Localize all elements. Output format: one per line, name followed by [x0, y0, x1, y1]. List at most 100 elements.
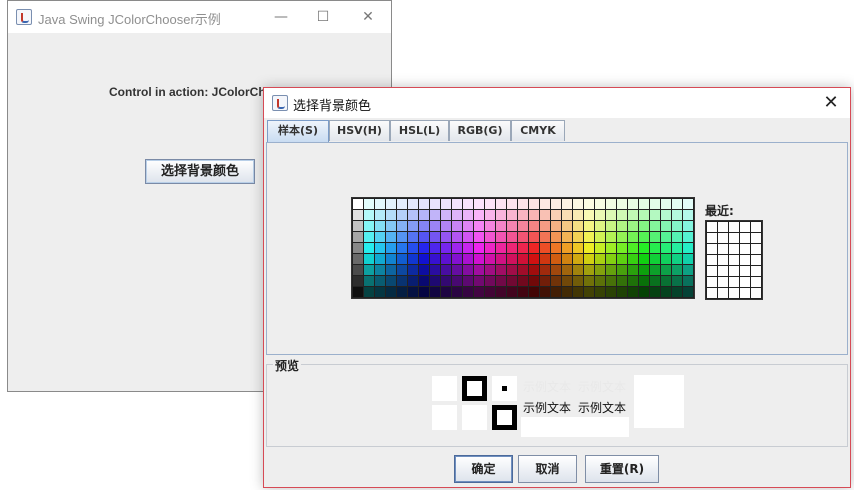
color-swatch[interactable] — [639, 254, 649, 264]
recent-swatch[interactable] — [751, 222, 761, 232]
color-swatch[interactable] — [375, 265, 385, 275]
color-swatch[interactable] — [661, 210, 671, 220]
color-swatch[interactable] — [518, 232, 528, 242]
recent-swatch[interactable] — [729, 277, 739, 287]
color-swatch[interactable] — [540, 210, 550, 220]
recent-swatch[interactable] — [740, 244, 750, 254]
color-swatch[interactable] — [507, 232, 517, 242]
color-swatch[interactable] — [397, 265, 407, 275]
color-swatch[interactable] — [496, 243, 506, 253]
color-swatch[interactable] — [573, 232, 583, 242]
recent-swatch[interactable] — [740, 288, 750, 298]
color-swatch[interactable] — [595, 265, 605, 275]
color-swatch[interactable] — [419, 199, 429, 209]
color-swatch[interactable] — [430, 265, 440, 275]
recent-swatch[interactable] — [729, 222, 739, 232]
recent-swatch[interactable] — [718, 266, 728, 276]
color-swatch[interactable] — [595, 232, 605, 242]
color-swatch[interactable] — [562, 254, 572, 264]
color-swatch[interactable] — [419, 287, 429, 297]
color-swatch[interactable] — [518, 221, 528, 231]
color-swatch[interactable] — [683, 254, 693, 264]
color-swatch[interactable] — [353, 254, 363, 264]
recent-swatch[interactable] — [751, 277, 761, 287]
color-swatch[interactable] — [639, 221, 649, 231]
tab-hsl[interactable]: HSL(L) — [390, 120, 449, 141]
color-swatch[interactable] — [397, 210, 407, 220]
color-swatch[interactable] — [430, 254, 440, 264]
color-swatch[interactable] — [441, 265, 451, 275]
recent-swatch[interactable] — [751, 266, 761, 276]
color-swatch[interactable] — [551, 199, 561, 209]
color-swatch[interactable] — [540, 199, 550, 209]
color-swatch[interactable] — [419, 243, 429, 253]
color-swatch[interactable] — [650, 287, 660, 297]
color-swatch[interactable] — [617, 243, 627, 253]
color-swatch[interactable] — [661, 276, 671, 286]
color-swatch[interactable] — [518, 276, 528, 286]
color-swatch[interactable] — [408, 276, 418, 286]
color-swatch[interactable] — [617, 276, 627, 286]
color-swatch[interactable] — [650, 221, 660, 231]
color-swatch[interactable] — [386, 199, 396, 209]
color-swatch[interactable] — [562, 276, 572, 286]
color-swatch[interactable] — [386, 287, 396, 297]
color-swatch[interactable] — [507, 221, 517, 231]
color-swatch[interactable] — [529, 276, 539, 286]
color-swatch[interactable] — [584, 199, 594, 209]
color-swatch[interactable] — [452, 265, 462, 275]
color-swatch[interactable] — [650, 276, 660, 286]
color-swatch[interactable] — [562, 221, 572, 231]
color-swatch[interactable] — [430, 243, 440, 253]
color-swatch[interactable] — [628, 199, 638, 209]
color-swatch[interactable] — [474, 265, 484, 275]
color-swatch[interactable] — [474, 199, 484, 209]
color-swatch[interactable] — [639, 232, 649, 242]
color-swatch[interactable] — [683, 243, 693, 253]
color-swatch[interactable] — [672, 265, 682, 275]
color-swatch[interactable] — [672, 254, 682, 264]
color-swatch[interactable] — [661, 199, 671, 209]
color-swatch[interactable] — [496, 276, 506, 286]
color-swatch[interactable] — [353, 265, 363, 275]
color-swatch[interactable] — [364, 210, 374, 220]
color-swatch[interactable] — [430, 199, 440, 209]
color-swatch[interactable] — [386, 276, 396, 286]
color-swatch[interactable] — [573, 199, 583, 209]
recent-swatch[interactable] — [707, 266, 717, 276]
color-swatch[interactable] — [562, 232, 572, 242]
color-swatch[interactable] — [551, 221, 561, 231]
recent-swatch[interactable] — [729, 244, 739, 254]
recent-swatch[interactable] — [718, 222, 728, 232]
color-swatch[interactable] — [496, 210, 506, 220]
color-swatch[interactable] — [419, 254, 429, 264]
color-swatch[interactable] — [540, 287, 550, 297]
color-swatch[interactable] — [452, 232, 462, 242]
color-swatch[interactable] — [419, 276, 429, 286]
color-swatch[interactable] — [397, 199, 407, 209]
recent-swatch[interactable] — [718, 233, 728, 243]
color-swatch[interactable] — [419, 210, 429, 220]
color-swatch[interactable] — [562, 243, 572, 253]
color-swatch[interactable] — [353, 221, 363, 231]
color-swatch[interactable] — [496, 287, 506, 297]
color-swatch[interactable] — [353, 232, 363, 242]
recent-swatch[interactable] — [729, 266, 739, 276]
color-swatch[interactable] — [507, 210, 517, 220]
color-swatch[interactable] — [375, 232, 385, 242]
color-swatch[interactable] — [375, 243, 385, 253]
color-swatch[interactable] — [397, 232, 407, 242]
color-swatch[interactable] — [408, 221, 418, 231]
color-swatch[interactable] — [672, 276, 682, 286]
color-swatch[interactable] — [408, 199, 418, 209]
color-swatch[interactable] — [551, 232, 561, 242]
color-swatch[interactable] — [573, 276, 583, 286]
color-swatch[interactable] — [430, 210, 440, 220]
recent-swatch[interactable] — [751, 244, 761, 254]
color-swatch[interactable] — [617, 210, 627, 220]
recent-swatch[interactable] — [740, 255, 750, 265]
color-swatch[interactable] — [672, 199, 682, 209]
recent-swatch[interactable] — [751, 233, 761, 243]
color-swatch[interactable] — [375, 276, 385, 286]
color-swatch[interactable] — [529, 254, 539, 264]
